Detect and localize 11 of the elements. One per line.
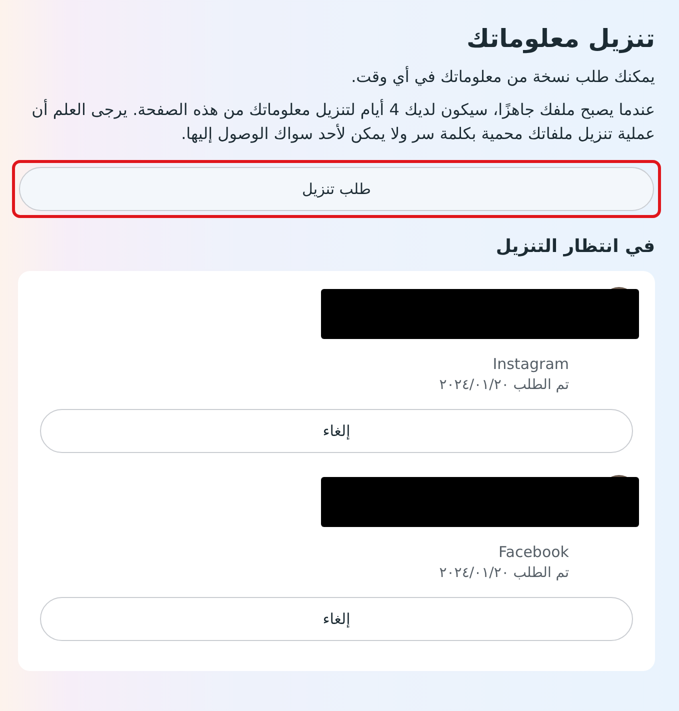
request-date: تم الطلب ٢٠٢٤/٠١/٢٠ [438, 565, 569, 581]
request-download-button[interactable]: طلب تنزيل [19, 167, 654, 211]
source-name: Instagram [492, 355, 569, 373]
section-heading: في انتظار التنزيل [494, 236, 655, 257]
page-title: تنزيل معلوماتك [465, 24, 655, 53]
request-date: تم الطلب ٢٠٢٤/٠١/٢٠ [438, 377, 569, 393]
notice-text: عندما يصبح ملفك جاهزًا، سيكون لديك 4 أيام لتنزيل معلوماتك من هذه الصفحة. يرجى العلم أن عملية تنزيل ملفاتك محمية بكلمة سر ولا يمكن لأحد سواك الوصول إليها. [30, 98, 655, 145]
intro-text: يمكنك طلب نسخة من معلوماتك في أي وقت. [350, 67, 655, 86]
source-name: Facebook [498, 543, 569, 561]
cancel-button[interactable]: إلغاء [40, 409, 633, 453]
cancel-button[interactable]: إلغاء [40, 597, 633, 641]
